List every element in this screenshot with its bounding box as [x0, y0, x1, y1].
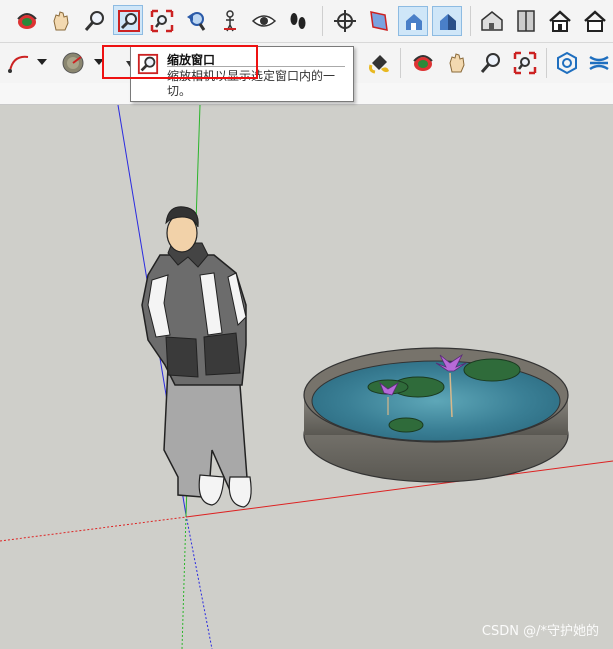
- paint-bucket-icon: [369, 55, 389, 74]
- section-plane-icon: [334, 10, 356, 32]
- pan-icon: [53, 11, 69, 31]
- zoom-icon: [84, 11, 104, 31]
- pan-button[interactable]: [46, 6, 76, 36]
- arc-button[interactable]: [4, 48, 34, 78]
- lotus-pond[interactable]: [303, 347, 569, 483]
- top-view-icon: [517, 10, 535, 32]
- front-view-icon: [549, 10, 571, 32]
- pan-button-2[interactable]: [442, 48, 472, 78]
- extension-icon: [589, 55, 609, 71]
- warehouse-button[interactable]: [552, 48, 582, 78]
- camera-toolbar: [0, 0, 613, 43]
- green-axis-negative: [181, 514, 187, 649]
- orbit-button[interactable]: [12, 6, 42, 36]
- position-camera-button[interactable]: [215, 6, 245, 36]
- paint-bucket-button[interactable]: [364, 48, 394, 78]
- zoom-extents-button-2[interactable]: [510, 48, 540, 78]
- toolbar-separator: [322, 6, 323, 36]
- walk-icon: [290, 13, 306, 29]
- section-plane-button[interactable]: [330, 6, 360, 36]
- person-figure[interactable]: [141, 206, 252, 508]
- zoom-icon: [480, 53, 500, 73]
- display-section-cuts-button[interactable]: [398, 6, 428, 36]
- orbit-button-2[interactable]: [408, 48, 438, 78]
- zoom-extents-icon: [150, 9, 174, 33]
- top-view-button[interactable]: [511, 6, 541, 36]
- arc-icon: [8, 55, 29, 73]
- annotation-highlight-box: [102, 45, 258, 79]
- zoom-button-2[interactable]: [476, 48, 506, 78]
- toolbar-separator: [400, 48, 401, 78]
- side-view-icon: [584, 10, 606, 32]
- display-section-fill-button[interactable]: [432, 6, 462, 36]
- tooltip-description-continued: 切。: [167, 84, 192, 98]
- extension-button[interactable]: [584, 48, 613, 78]
- look-around-icon: [252, 15, 276, 27]
- blue-axis-negative: [185, 514, 213, 649]
- position-camera-icon: [224, 10, 236, 32]
- previous-view-button[interactable]: [181, 6, 211, 36]
- toolbar-separator: [470, 6, 471, 36]
- walk-button[interactable]: [283, 6, 313, 36]
- iso-view-icon: [481, 11, 503, 31]
- chevron-down-icon[interactable]: [37, 59, 47, 65]
- look-around-button[interactable]: [249, 6, 279, 36]
- iso-view-button[interactable]: [477, 6, 507, 36]
- protractor-button[interactable]: [58, 48, 88, 78]
- display-section-fill-icon: [440, 14, 456, 30]
- warehouse-icon: [557, 51, 577, 75]
- red-axis-negative: [0, 516, 187, 542]
- model-viewport[interactable]: [0, 105, 613, 649]
- zoom-window-icon: [118, 10, 140, 32]
- zoom-button[interactable]: [80, 6, 110, 36]
- zoom-window-button[interactable]: [113, 5, 143, 35]
- zoom-extents-button[interactable]: [147, 6, 177, 36]
- pan-icon: [449, 53, 465, 73]
- display-section-planes-button[interactable]: [364, 6, 394, 36]
- protractor-icon: [62, 52, 84, 74]
- side-view-button[interactable]: [580, 6, 610, 36]
- display-section-planes-icon: [370, 11, 388, 31]
- toolbar-separator: [546, 48, 547, 78]
- orbit-icon: [413, 55, 433, 71]
- zoom-extents-icon: [513, 51, 537, 75]
- watermark-text: CSDN @/*守护她的: [481, 624, 599, 639]
- previous-view-icon: [187, 12, 206, 31]
- front-view-button[interactable]: [545, 6, 575, 36]
- display-section-cuts-icon: [406, 14, 422, 30]
- orbit-icon: [17, 13, 37, 29]
